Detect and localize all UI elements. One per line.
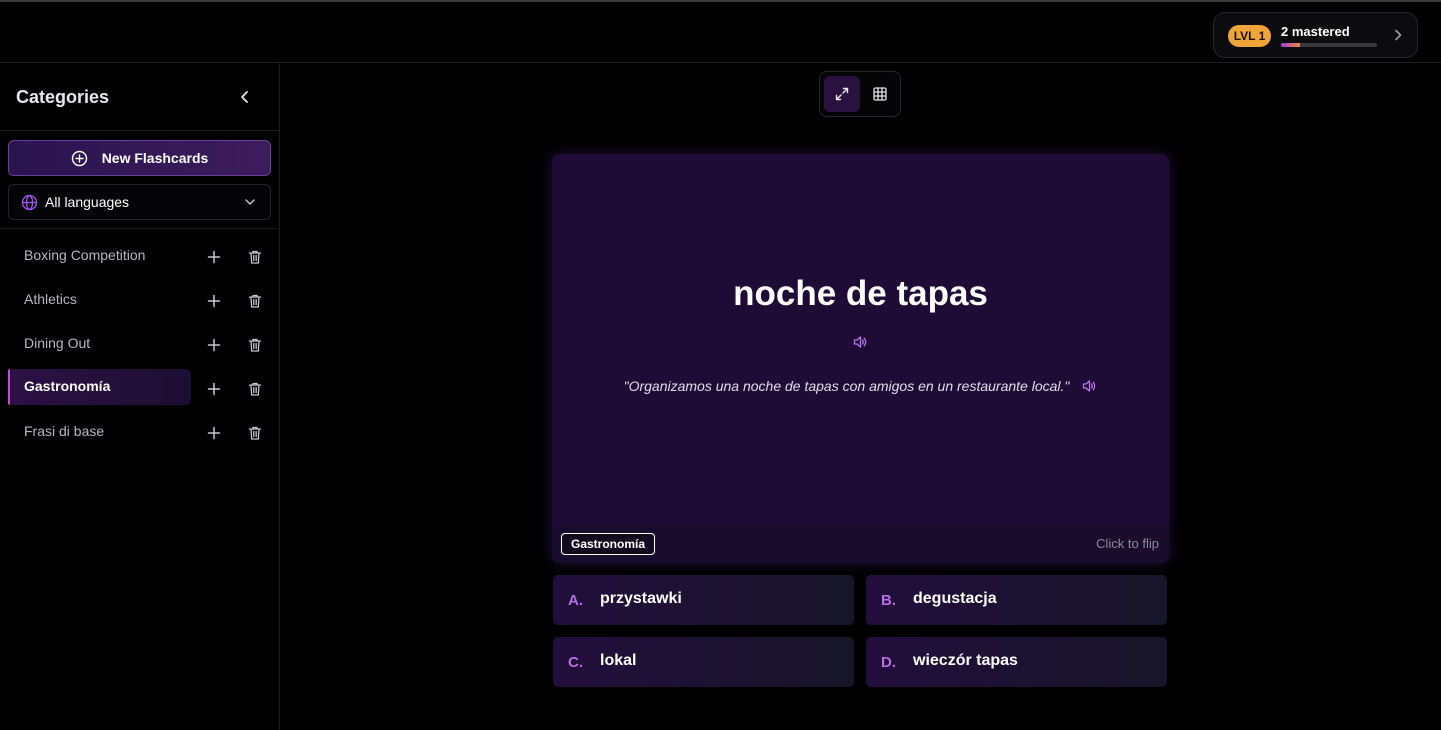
answer-letter: B. <box>881 592 896 609</box>
answer-option[interactable]: B. degustacja <box>866 575 1167 625</box>
level-progress-widget[interactable]: LVL 1 2 mastered <box>1213 12 1418 58</box>
level-badge: LVL 1 <box>1228 25 1271 47</box>
chevron-right-icon <box>1395 29 1402 41</box>
category-item[interactable]: Athletics <box>8 282 191 318</box>
answer-text: degustacja <box>913 590 997 607</box>
trash-icon[interactable] <box>247 337 263 353</box>
trash-icon[interactable] <box>247 381 263 397</box>
chevron-down-icon <box>245 199 255 205</box>
language-select[interactable]: All languages <box>8 184 271 220</box>
sidebar-title: Categories <box>16 87 110 107</box>
flip-hint: Click to flip <box>1096 536 1159 551</box>
category-item[interactable]: Boxing Competition <box>8 238 191 274</box>
answer-text: wieczór tapas <box>913 652 1018 669</box>
chevron-left-icon[interactable] <box>236 88 254 106</box>
plus-icon[interactable] <box>206 425 222 441</box>
category-label: Gastronomía <box>24 378 111 394</box>
answer-option[interactable]: D. wieczór tapas <box>866 637 1167 687</box>
grid-view-button[interactable] <box>862 76 898 112</box>
divider <box>0 228 279 229</box>
category-label: Frasi di base <box>24 423 105 439</box>
new-flashcards-label: New Flashcards <box>101 150 209 166</box>
flashcard[interactable]: noche de tapas "Organizamos una noche de… <box>552 154 1169 563</box>
trash-icon[interactable] <box>247 293 263 309</box>
globe-icon <box>21 194 38 211</box>
language-select-value: All languages <box>45 194 130 210</box>
answer-option[interactable]: A. przystawki <box>553 575 854 625</box>
focus-view-button[interactable] <box>824 76 860 112</box>
trash-icon[interactable] <box>247 425 263 441</box>
mastery-progress-bar <box>1281 43 1377 47</box>
trash-icon[interactable] <box>247 249 263 265</box>
mastered-count: 2 mastered <box>1281 24 1350 39</box>
category-tag: Gastronomía <box>561 533 656 555</box>
answer-text: przystawki <box>600 590 682 607</box>
category-item[interactable]: Dining Out <box>8 326 191 362</box>
speaker-icon[interactable] <box>1081 378 1097 394</box>
category-item-active[interactable]: Gastronomía <box>8 369 191 405</box>
divider <box>0 130 279 131</box>
plus-circle-icon <box>71 150 87 166</box>
new-flashcards-button[interactable]: New Flashcards <box>8 140 271 176</box>
answer-option[interactable]: C. lokal <box>553 637 854 687</box>
flashcard-word: noche de tapas <box>733 274 988 313</box>
mastery-progress-fill <box>1281 43 1301 47</box>
category-label: Athletics <box>24 291 77 307</box>
answer-letter: D. <box>881 654 896 671</box>
answer-text: lokal <box>600 652 637 669</box>
flashcard-example: "Organizamos una noche de tapas con amig… <box>552 378 1169 394</box>
grid-icon <box>873 87 887 101</box>
category-label: Boxing Competition <box>24 247 146 263</box>
categories-sidebar: Categories New Flashcards All languages … <box>0 63 280 730</box>
view-mode-toggle <box>819 71 901 117</box>
flashcard-footer: Gastronomía Click to flip <box>552 525 1169 563</box>
speaker-icon[interactable] <box>852 334 868 350</box>
answer-letter: C. <box>568 654 583 671</box>
answer-letter: A. <box>568 592 583 609</box>
top-bar: LVL 1 2 mastered <box>0 2 1441 63</box>
example-sentence: "Organizamos una noche de tapas con amig… <box>623 378 1070 394</box>
expand-icon <box>835 87 849 101</box>
plus-icon[interactable] <box>206 249 222 265</box>
category-item[interactable]: Frasi di base <box>8 414 191 450</box>
plus-icon[interactable] <box>206 381 222 397</box>
plus-icon[interactable] <box>206 293 222 309</box>
category-label: Dining Out <box>24 335 91 351</box>
plus-icon[interactable] <box>206 337 222 353</box>
